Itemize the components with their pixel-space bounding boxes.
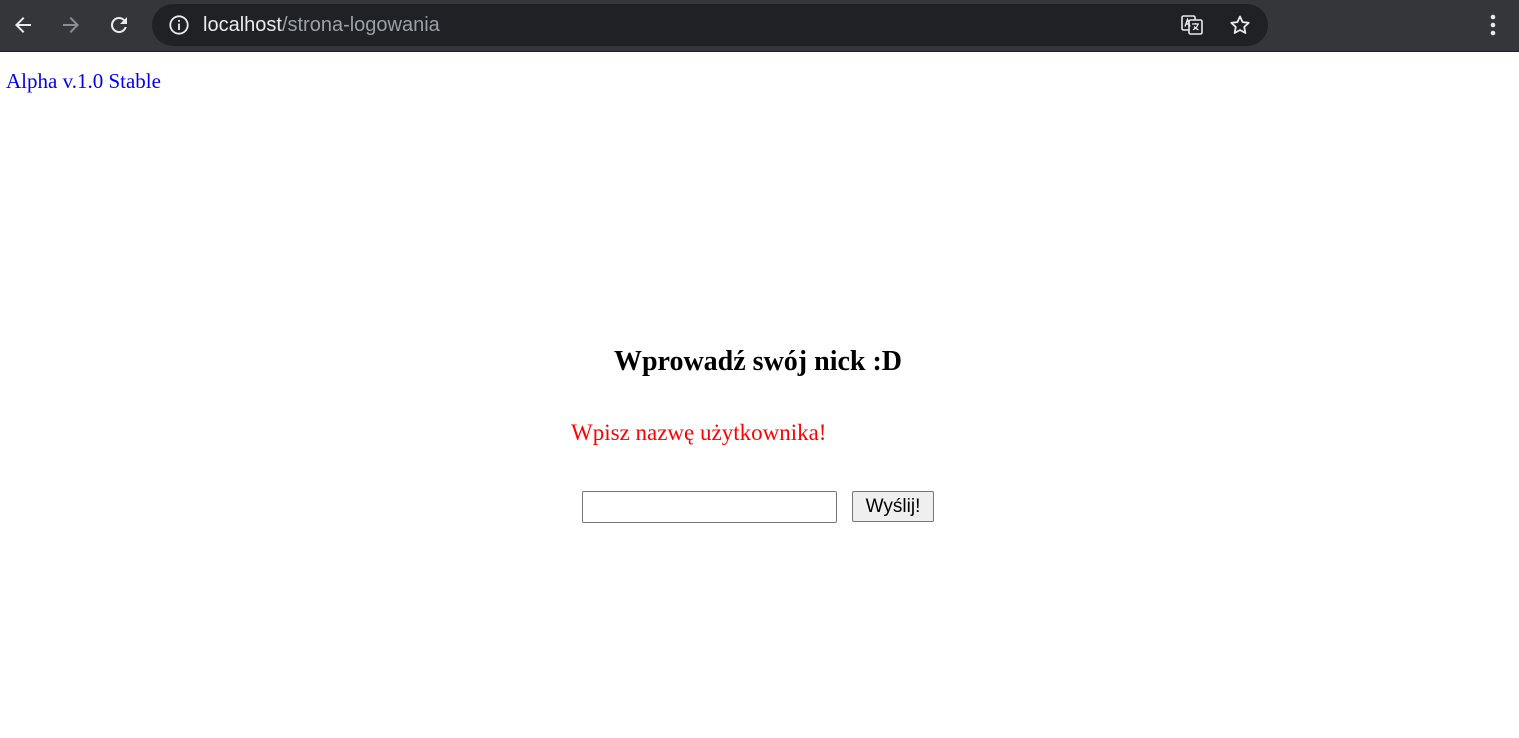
submit-button[interactable]: Wyślij!: [852, 491, 934, 522]
nick-input[interactable]: [582, 491, 837, 523]
arrow-left-icon: [15, 17, 31, 33]
kebab-menu-icon[interactable]: [1482, 12, 1504, 38]
translate-icon[interactable]: [1180, 13, 1204, 37]
forward-button[interactable]: [52, 6, 90, 44]
page-title: Wprowadź swój nick :D: [613, 346, 903, 377]
info-icon[interactable]: [168, 14, 190, 36]
url-path: /strona-logowania: [281, 14, 440, 36]
browser-toolbar: localhost/strona-logowania: [0, 0, 1519, 52]
error-message: Wpisz nazwę użytkownika!: [571, 420, 827, 445]
version-label: Alpha v.1.0 Stable: [6, 69, 161, 93]
star-icon[interactable]: [1228, 13, 1252, 37]
url-text[interactable]: localhost/strona-logowania: [203, 13, 440, 37]
url-host: localhost: [203, 14, 282, 36]
reload-button[interactable]: [100, 6, 138, 44]
reload-icon: [110, 16, 127, 33]
arrow-right-icon: [63, 17, 79, 33]
address-bar[interactable]: localhost/strona-logowania: [152, 4, 1268, 46]
back-button[interactable]: [4, 6, 42, 44]
